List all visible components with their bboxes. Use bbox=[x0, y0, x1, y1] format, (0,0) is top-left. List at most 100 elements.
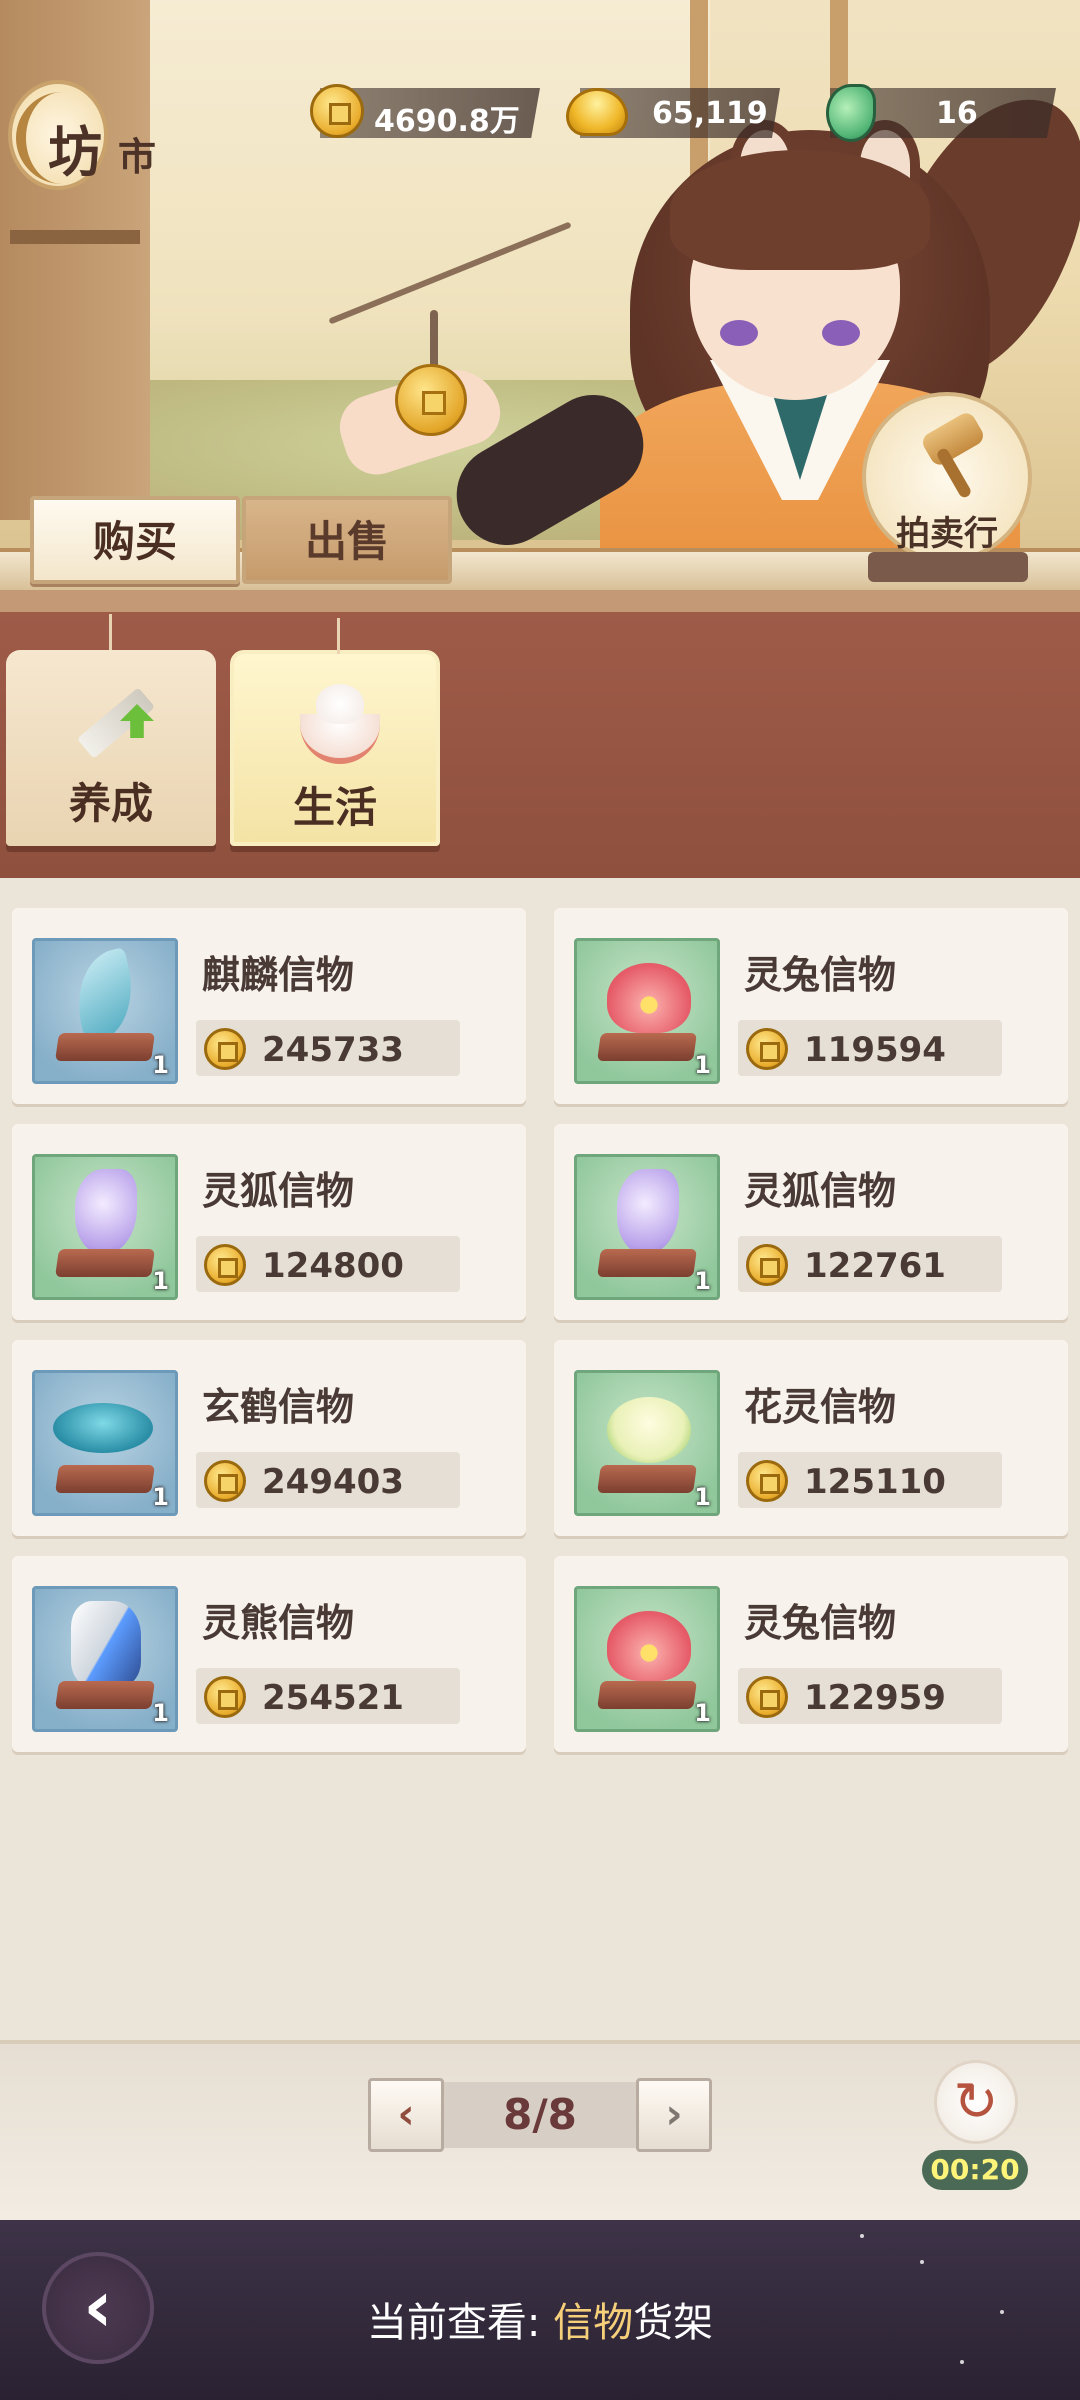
item-name: 灵熊信物 bbox=[202, 1601, 355, 1645]
item-price: 122761 bbox=[804, 1246, 946, 1286]
jade-token-icon bbox=[826, 84, 876, 142]
tab-buy[interactable]: 购买 bbox=[30, 496, 240, 584]
currency-copper-value: 4690.8万 bbox=[374, 104, 520, 139]
refresh-icon: ↻ bbox=[953, 2070, 999, 2133]
page-title-char: 坊 bbox=[48, 120, 102, 184]
item-quantity: 1 bbox=[152, 1051, 169, 1079]
item-name: 灵狐信物 bbox=[202, 1169, 355, 1213]
current-view-label: 当前查看: 信物货架 bbox=[0, 2290, 1080, 2348]
lotus-token-icon bbox=[607, 963, 691, 1033]
item-price-box: 124800 bbox=[196, 1236, 460, 1292]
item-price: 245733 bbox=[262, 1030, 404, 1070]
fox-token-icon bbox=[617, 1169, 679, 1255]
gavel-icon bbox=[908, 409, 994, 500]
item-name: 灵兔信物 bbox=[744, 1601, 897, 1645]
item-list[interactable]: 1 麒麟信物 245733 1 灵兔信物 119594 1 灵狐信物 12480… bbox=[0, 878, 1080, 2040]
pedestal bbox=[597, 1249, 697, 1277]
item-price-box: 125110 bbox=[738, 1452, 1002, 1508]
item-price-box: 122959 bbox=[738, 1668, 1002, 1724]
item-price-box: 119594 bbox=[738, 1020, 1002, 1076]
flower-token-icon bbox=[607, 1397, 691, 1463]
currency-jade-value: 16 bbox=[936, 96, 978, 131]
page-title-char: 市 bbox=[118, 134, 157, 179]
item-name: 花灵信物 bbox=[744, 1385, 897, 1429]
qilin-token-icon bbox=[65, 947, 145, 1045]
pedestal bbox=[55, 1681, 155, 1709]
item-thumbnail: 1 bbox=[32, 1586, 178, 1732]
held-coin-icon bbox=[395, 364, 467, 436]
auction-stand bbox=[868, 552, 1028, 582]
item-card[interactable]: 1 灵狐信物 124800 bbox=[12, 1124, 526, 1320]
category-cultivation[interactable]: 养成 bbox=[6, 614, 216, 846]
refresh-button[interactable]: ↻ bbox=[934, 2060, 1018, 2144]
pedestal bbox=[55, 1465, 155, 1493]
character-eye bbox=[822, 320, 860, 346]
lotus-token-icon bbox=[607, 1611, 691, 1681]
food-bowl-icon bbox=[294, 674, 384, 764]
item-thumbnail: 1 bbox=[574, 1586, 720, 1732]
shop-shelf bbox=[0, 0, 150, 520]
pedestal bbox=[55, 1249, 155, 1277]
item-quantity: 1 bbox=[152, 1267, 169, 1295]
item-name: 灵兔信物 bbox=[744, 953, 897, 997]
item-card[interactable]: 1 灵熊信物 254521 bbox=[12, 1556, 526, 1752]
item-thumbnail: 1 bbox=[574, 938, 720, 1084]
panel-divider bbox=[0, 590, 1080, 612]
prev-page-button[interactable]: ‹ bbox=[368, 2078, 444, 2152]
current-view-highlight: 信物 bbox=[553, 2300, 634, 2346]
item-card[interactable]: 1 花灵信物 125110 bbox=[554, 1340, 1068, 1536]
tab-sell[interactable]: 出售 bbox=[242, 496, 452, 584]
item-quantity: 1 bbox=[152, 1699, 169, 1727]
item-card[interactable]: 1 灵狐信物 122761 bbox=[554, 1124, 1068, 1320]
item-price: 254521 bbox=[262, 1678, 404, 1718]
copper-coin-icon bbox=[204, 1244, 246, 1286]
item-thumbnail: 1 bbox=[32, 1154, 178, 1300]
copper-coin-icon bbox=[746, 1028, 788, 1070]
copper-coin-icon bbox=[204, 1460, 246, 1502]
item-card[interactable]: 1 灵兔信物 119594 bbox=[554, 908, 1068, 1104]
item-price-box: 122761 bbox=[738, 1236, 1002, 1292]
pedestal bbox=[597, 1681, 697, 1709]
sword-upgrade-icon bbox=[66, 670, 156, 760]
copper-coin-icon bbox=[746, 1244, 788, 1286]
item-card[interactable]: 1 玄鹤信物 249403 bbox=[12, 1340, 526, 1536]
item-name: 麒麟信物 bbox=[202, 953, 355, 997]
character-eye bbox=[720, 320, 758, 346]
copper-coin-icon bbox=[204, 1676, 246, 1718]
copper-coin-icon bbox=[310, 84, 364, 138]
item-price: 122959 bbox=[804, 1678, 946, 1718]
item-name: 玄鹤信物 bbox=[202, 1385, 355, 1429]
item-quantity: 1 bbox=[694, 1699, 711, 1727]
copper-coin-icon bbox=[204, 1028, 246, 1070]
item-quantity: 1 bbox=[694, 1267, 711, 1295]
pedestal bbox=[55, 1033, 155, 1061]
page-indicator: 8/8 bbox=[444, 2082, 636, 2148]
item-price: 119594 bbox=[804, 1030, 946, 1070]
item-thumbnail: 1 bbox=[32, 938, 178, 1084]
fox-token-icon bbox=[75, 1169, 137, 1255]
item-quantity: 1 bbox=[694, 1483, 711, 1511]
item-quantity: 1 bbox=[152, 1483, 169, 1511]
current-view-prefix: 当前查看: bbox=[366, 2300, 554, 2346]
item-price-box: 254521 bbox=[196, 1668, 460, 1724]
next-page-button[interactable]: › bbox=[636, 2078, 712, 2152]
item-thumbnail: 1 bbox=[32, 1370, 178, 1516]
current-view-suffix: 货架 bbox=[633, 2300, 714, 2346]
item-price: 124800 bbox=[262, 1246, 404, 1286]
item-price-box: 245733 bbox=[196, 1020, 460, 1076]
copper-coin-icon bbox=[746, 1676, 788, 1718]
category-life[interactable]: 生活 bbox=[230, 618, 440, 846]
auction-house-button[interactable]: 拍卖行 bbox=[862, 392, 1032, 562]
category-label: 养成 bbox=[68, 779, 153, 828]
bear-token-icon bbox=[71, 1601, 141, 1687]
item-price: 249403 bbox=[262, 1462, 404, 1502]
item-price-box: 249403 bbox=[196, 1452, 460, 1508]
pedestal bbox=[597, 1033, 697, 1061]
item-card[interactable]: 1 灵兔信物 122959 bbox=[554, 1556, 1068, 1752]
currency-gold-value: 65,119 bbox=[652, 96, 768, 131]
item-card[interactable]: 1 麒麟信物 245733 bbox=[12, 908, 526, 1104]
crane-token-icon bbox=[53, 1403, 153, 1453]
copper-coin-icon bbox=[746, 1460, 788, 1502]
character-bangs bbox=[670, 150, 930, 270]
auction-house-label: 拍卖行 bbox=[896, 514, 998, 554]
